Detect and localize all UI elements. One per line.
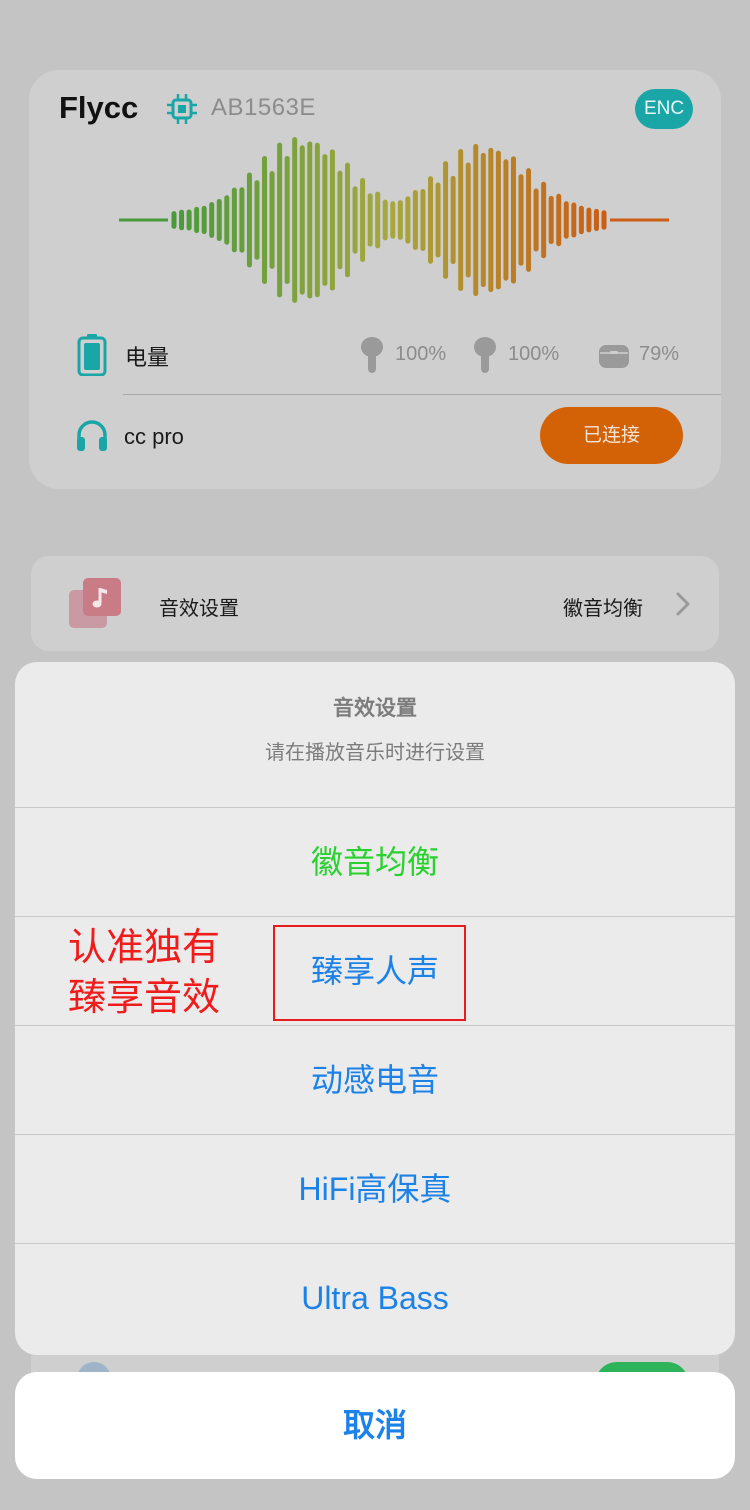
promo-line-1: 认准独有 — [68, 925, 221, 969]
waveform-bar — [435, 182, 441, 258]
waveform-bar — [465, 162, 471, 278]
headphones-icon — [77, 420, 107, 451]
waveform-bar — [420, 188, 426, 252]
sheet-subtitle: 请在播放音乐时进行设置 — [265, 740, 485, 764]
waveform-bar — [224, 195, 230, 245]
highlight-box — [273, 925, 466, 1021]
waveform-bar — [246, 172, 252, 268]
chevron-right-icon — [676, 592, 690, 616]
waveform-bar — [194, 206, 200, 234]
battery-label: 电量 — [125, 346, 170, 371]
waveform-bar — [179, 209, 185, 231]
device-card: Flycc AB1563E ENC 电量 100% 100% 79% cc pr… — [29, 70, 721, 489]
left-earbud-icon — [361, 337, 383, 373]
option-ultra-bass[interactable]: Ultra Bass — [15, 1244, 735, 1353]
waveform-bar — [352, 186, 358, 254]
sound-setting-row[interactable]: 音效设置 徽音均衡 — [31, 556, 719, 651]
waveform-bar — [277, 142, 283, 298]
right-earbud-icon — [474, 337, 496, 373]
waveform-bar — [284, 155, 290, 285]
waveform-bar — [201, 205, 207, 235]
waveform-bar — [299, 145, 305, 295]
chip-model: AB1563E — [211, 94, 316, 121]
option-electronic[interactable]: 动感电音 — [15, 1026, 735, 1135]
battery-icon — [77, 334, 107, 376]
waveform-bar — [367, 193, 373, 247]
charging-case-icon — [599, 345, 629, 368]
waveform-bar — [209, 202, 215, 238]
waveform-bar — [510, 156, 516, 284]
case-battery: 79% — [639, 343, 680, 365]
waveform-bar — [473, 143, 479, 297]
waveform-bar — [390, 201, 396, 239]
waveform-bar — [578, 205, 584, 235]
sound-setting-label: 音效设置 — [159, 596, 239, 620]
waveform-bar — [186, 209, 192, 231]
waveform-bar — [593, 208, 599, 232]
waveform-bar — [314, 142, 320, 298]
left-earbud-battery: 100% — [395, 343, 447, 365]
waveform-bar — [171, 211, 177, 229]
waveform-bar — [382, 199, 388, 241]
waveform-bar — [262, 155, 268, 285]
option-hifi[interactable]: HiFi高保真 — [15, 1135, 735, 1244]
waveform-bar — [586, 207, 592, 233]
chip-icon — [167, 94, 197, 124]
waveform-bar — [269, 171, 275, 269]
waveform-bar — [533, 188, 539, 252]
waveform-bar — [254, 180, 260, 260]
waveform-bar — [231, 187, 237, 253]
waveform-bar — [360, 177, 366, 263]
right-earbud-battery: 100% — [508, 343, 560, 365]
waveform-bar — [292, 137, 298, 303]
option-huiyin-eq[interactable]: 徽音均衡 — [15, 808, 735, 917]
waveform-bar — [458, 149, 464, 291]
waveform-bar — [548, 195, 554, 245]
waveform-bar — [307, 141, 313, 299]
cancel-button[interactable]: 取消 — [15, 1372, 735, 1479]
connection-status-button[interactable]: 已连接 — [540, 407, 683, 464]
brand-name: Flycc — [59, 90, 139, 125]
waveform-bar — [480, 152, 486, 288]
waveform-bar — [427, 176, 433, 264]
sheet-header: 音效设置 请在播放音乐时进行设置 — [15, 662, 735, 808]
music-note-icon — [69, 578, 121, 628]
sheet-title: 音效设置 — [333, 696, 417, 720]
waveform-bar — [601, 210, 607, 230]
waveform-bar — [526, 168, 532, 272]
waveform-bar — [329, 149, 335, 291]
waveform-bar — [556, 193, 562, 247]
waveform-bar — [571, 202, 577, 238]
waveform-bar — [322, 154, 328, 286]
waveform-bar — [503, 159, 509, 281]
waveform-bar — [405, 196, 411, 244]
enc-badge: ENC — [635, 89, 693, 129]
divider — [123, 394, 721, 395]
waveform-bar — [495, 150, 501, 290]
waveform-bar — [337, 170, 343, 270]
waveform-bar — [450, 175, 456, 265]
promo-annotation: 认准独有 臻享音效 — [68, 922, 220, 1022]
promo-line-2: 臻享音效 — [68, 975, 221, 1019]
waveform-bar — [216, 198, 222, 242]
sound-setting-value: 徽音均衡 — [563, 596, 643, 620]
waveform-logo — [119, 137, 669, 303]
device-name: cc pro — [124, 424, 184, 449]
waveform-bar — [397, 200, 403, 240]
waveform-bar — [345, 162, 351, 278]
waveform-bar — [443, 161, 449, 279]
waveform-bar — [412, 189, 418, 251]
waveform-bar — [375, 191, 381, 249]
waveform-bar — [488, 147, 494, 293]
waveform-bar — [541, 181, 547, 259]
waveform-bar — [518, 174, 524, 266]
waveform-bar — [239, 187, 245, 253]
waveform-bar — [563, 201, 569, 239]
